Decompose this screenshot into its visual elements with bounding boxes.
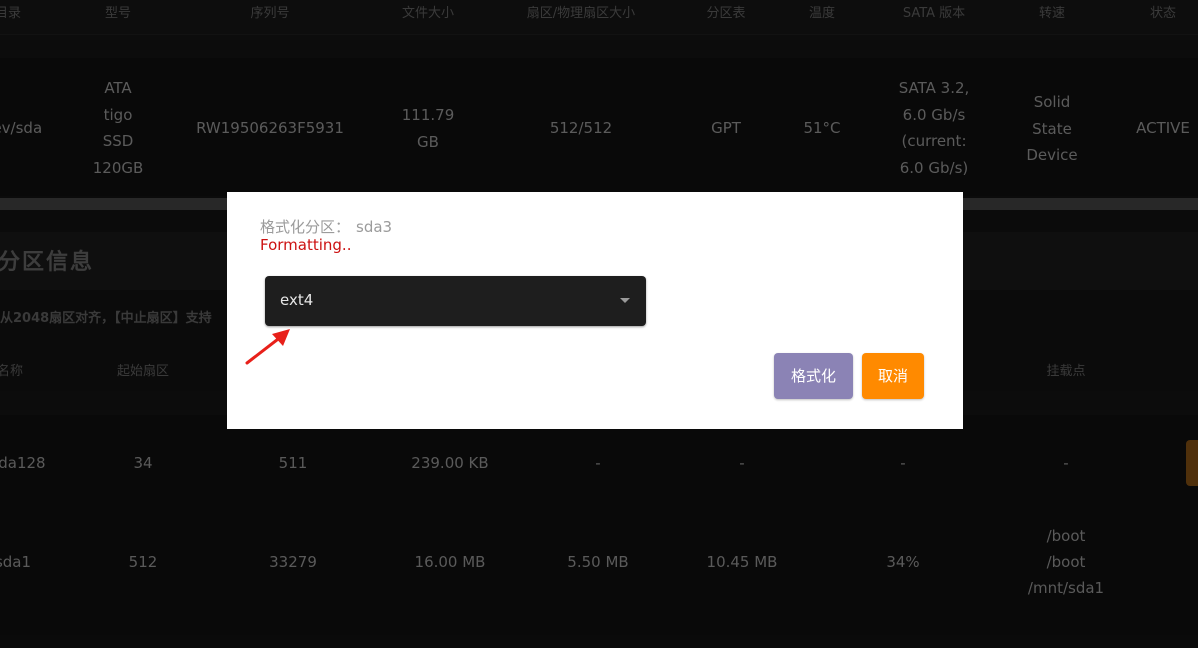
dialog-status-text: Formatting.. <box>260 236 352 254</box>
dialog-title-label: 格式化分区： <box>260 218 351 236</box>
format-button[interactable]: 格式化 <box>774 353 853 399</box>
disk-management-page: 目录 型号 序列号 文件大小 扇区/物理扇区大小 分区表 温度 SATA 版本 … <box>0 0 1198 648</box>
dialog-partition-name: sda3 <box>356 218 393 236</box>
format-partition-dialog: 格式化分区： sda3 Formatting.. ext4 格式化 取消 <box>227 192 963 429</box>
cancel-button[interactable]: 取消 <box>862 353 924 399</box>
filesystem-select-value: ext4 <box>280 291 314 309</box>
red-arrow-icon <box>245 329 290 365</box>
filesystem-select[interactable]: ext4 <box>265 276 646 326</box>
dialog-title: 格式化分区： sda3 <box>260 216 392 237</box>
chevron-down-icon <box>620 298 630 303</box>
